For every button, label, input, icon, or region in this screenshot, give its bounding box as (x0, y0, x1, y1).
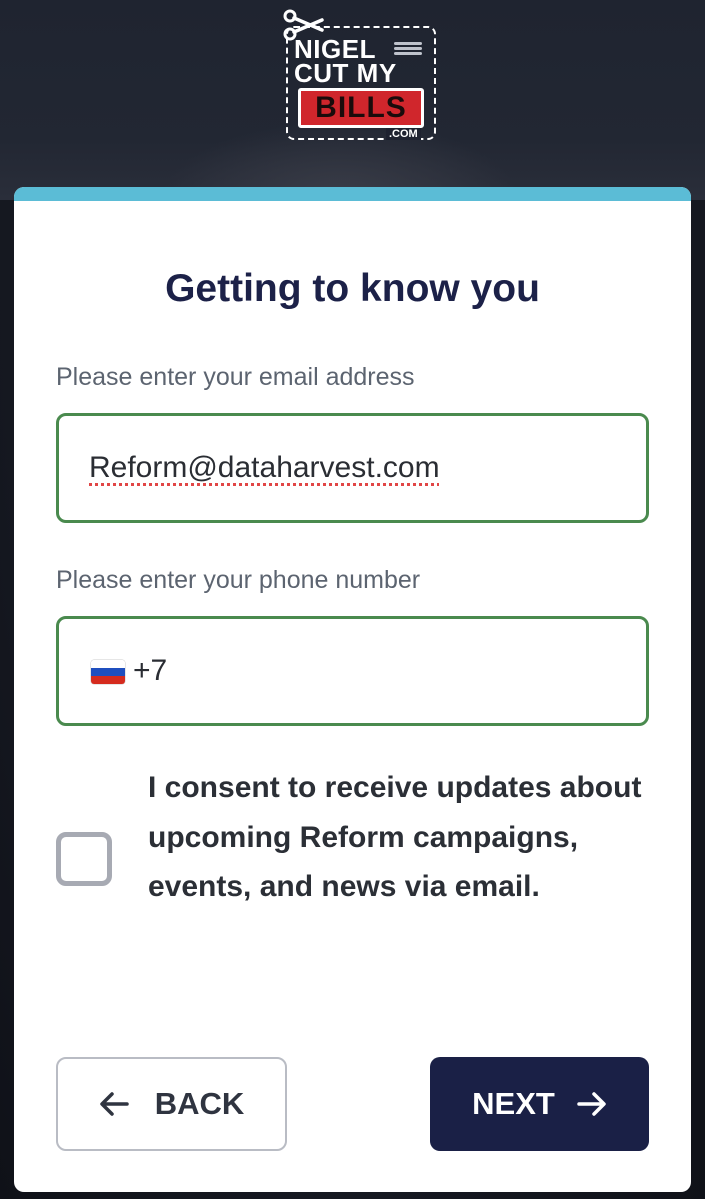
next-button[interactable]: NEXT (430, 1057, 649, 1151)
email-field[interactable]: Reform@dataharvest.com (56, 413, 649, 523)
menu-lines-icon (394, 42, 422, 56)
email-label: Please enter your email address (56, 363, 415, 391)
logo-text-bills: BILLS (298, 88, 424, 128)
email-value: Reform@dataharvest.com (89, 451, 440, 484)
back-button-label: BACK (154, 1086, 245, 1121)
consent-label[interactable]: I consent to receive updates about upcom… (148, 763, 668, 912)
logo-text-domain: .COM (386, 128, 421, 140)
logo-text-cut-my: CUT MY (294, 58, 397, 88)
arrow-left-icon (99, 1092, 129, 1116)
phone-label: Please enter your phone number (56, 566, 421, 594)
card-accent-bar (14, 187, 691, 201)
logo: NIGEL CUT MY BILLS .COM (282, 4, 442, 142)
arrow-right-icon (577, 1092, 606, 1116)
phone-country-code: +7 (133, 654, 168, 687)
page-title: Getting to know you (165, 267, 540, 310)
russia-flag-icon[interactable] (91, 660, 125, 684)
next-button-label: NEXT (472, 1086, 555, 1121)
form-card: Getting to know you Please enter your em… (14, 187, 691, 1192)
back-button[interactable]: BACK (56, 1057, 287, 1151)
phone-field[interactable]: +7 (56, 616, 649, 726)
consent-checkbox[interactable] (56, 832, 112, 886)
